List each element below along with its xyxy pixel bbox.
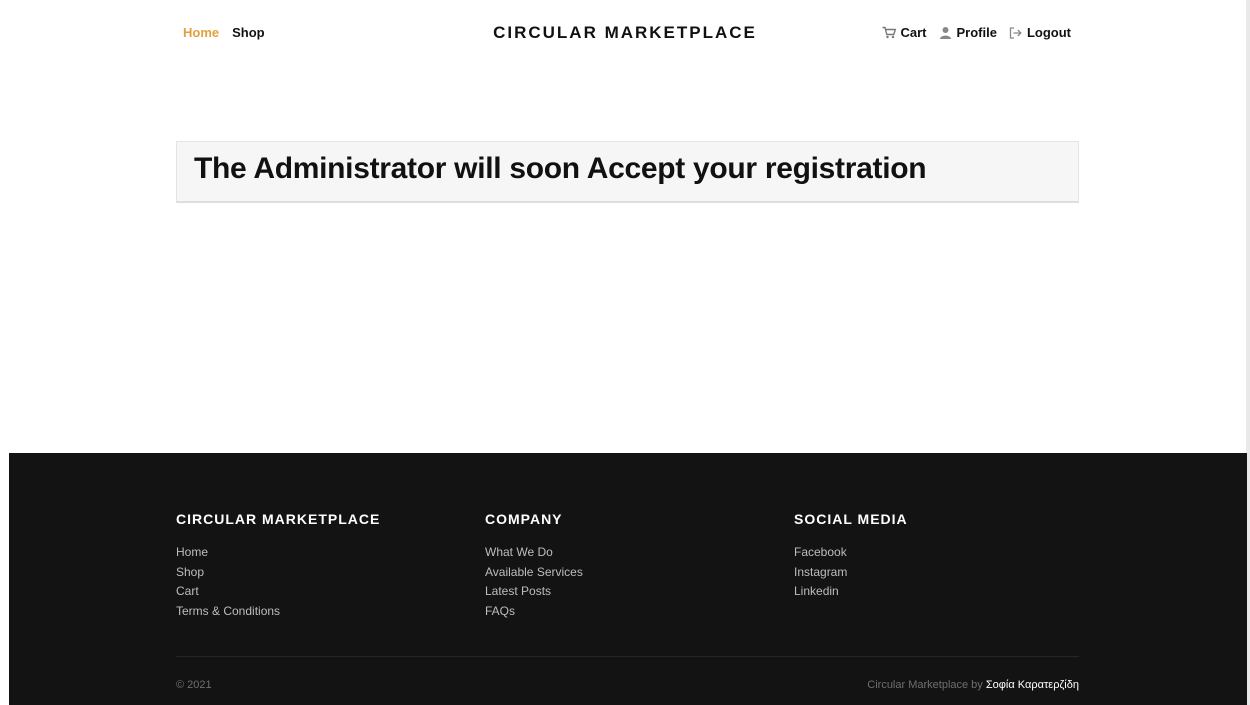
cart-icon bbox=[882, 26, 897, 40]
logout-label: Logout bbox=[1026, 25, 1071, 40]
site-footer: CIRCULAR MARKETPLACE Home Shop Cart Term… bbox=[9, 453, 1247, 705]
footer-link-linkedin[interactable]: Linkedin bbox=[794, 582, 908, 602]
cart-label: Cart bbox=[900, 25, 927, 40]
footer-divider bbox=[176, 656, 1079, 657]
footer-link-home[interactable]: Home bbox=[176, 543, 380, 563]
footer-link-faqs[interactable]: FAQs bbox=[485, 602, 583, 622]
registration-notice: The Administrator will soon Accept your … bbox=[176, 141, 1079, 203]
footer-column-title: CIRCULAR MARKETPLACE bbox=[176, 511, 381, 527]
logout-icon bbox=[1009, 26, 1023, 40]
footer-link-posts[interactable]: Latest Posts bbox=[485, 582, 583, 602]
profile-label: Profile bbox=[956, 25, 997, 40]
user-icon bbox=[938, 26, 952, 40]
credit-author-link[interactable]: Σοφία Καρατερζίδη bbox=[986, 679, 1079, 691]
notice-title: The Administrator will soon Accept your … bbox=[194, 152, 927, 185]
nav-logout-link[interactable]: Logout bbox=[1009, 25, 1071, 40]
footer-credit: Circular Marketplace by Σοφία Καρατερζίδ… bbox=[867, 679, 1079, 691]
footer-column-title: SOCIAL MEDIA bbox=[794, 511, 908, 527]
nav-cart-link[interactable]: Cart bbox=[882, 25, 926, 40]
footer-link-shop[interactable]: Shop bbox=[176, 563, 380, 583]
footer-column-social: SOCIAL MEDIA Facebook Instagram Linkedin bbox=[794, 511, 908, 602]
footer-link-facebook[interactable]: Facebook bbox=[794, 543, 908, 563]
footer-link-services[interactable]: Available Services bbox=[485, 563, 583, 583]
footer-link-what-we-do[interactable]: What We Do bbox=[485, 543, 583, 563]
footer-link-terms[interactable]: Terms & Conditions bbox=[176, 602, 380, 622]
account-nav: Cart Profile Logout bbox=[882, 25, 1071, 40]
nav-profile-link[interactable]: Profile bbox=[938, 25, 997, 40]
footer-link-instagram[interactable]: Instagram bbox=[794, 563, 908, 583]
footer-link-cart[interactable]: Cart bbox=[176, 582, 380, 602]
site-header: Home Shop CIRCULAR MARKETPLACE Cart Prof bbox=[0, 0, 1250, 68]
copyright-text: © 2021 bbox=[176, 679, 212, 691]
footer-column-company: COMPANY What We Do Available Services La… bbox=[485, 511, 583, 621]
credit-prefix: Circular Marketplace by bbox=[867, 679, 986, 691]
footer-column-title: COMPANY bbox=[485, 511, 563, 527]
footer-column-brand: CIRCULAR MARKETPLACE Home Shop Cart Term… bbox=[176, 511, 380, 621]
